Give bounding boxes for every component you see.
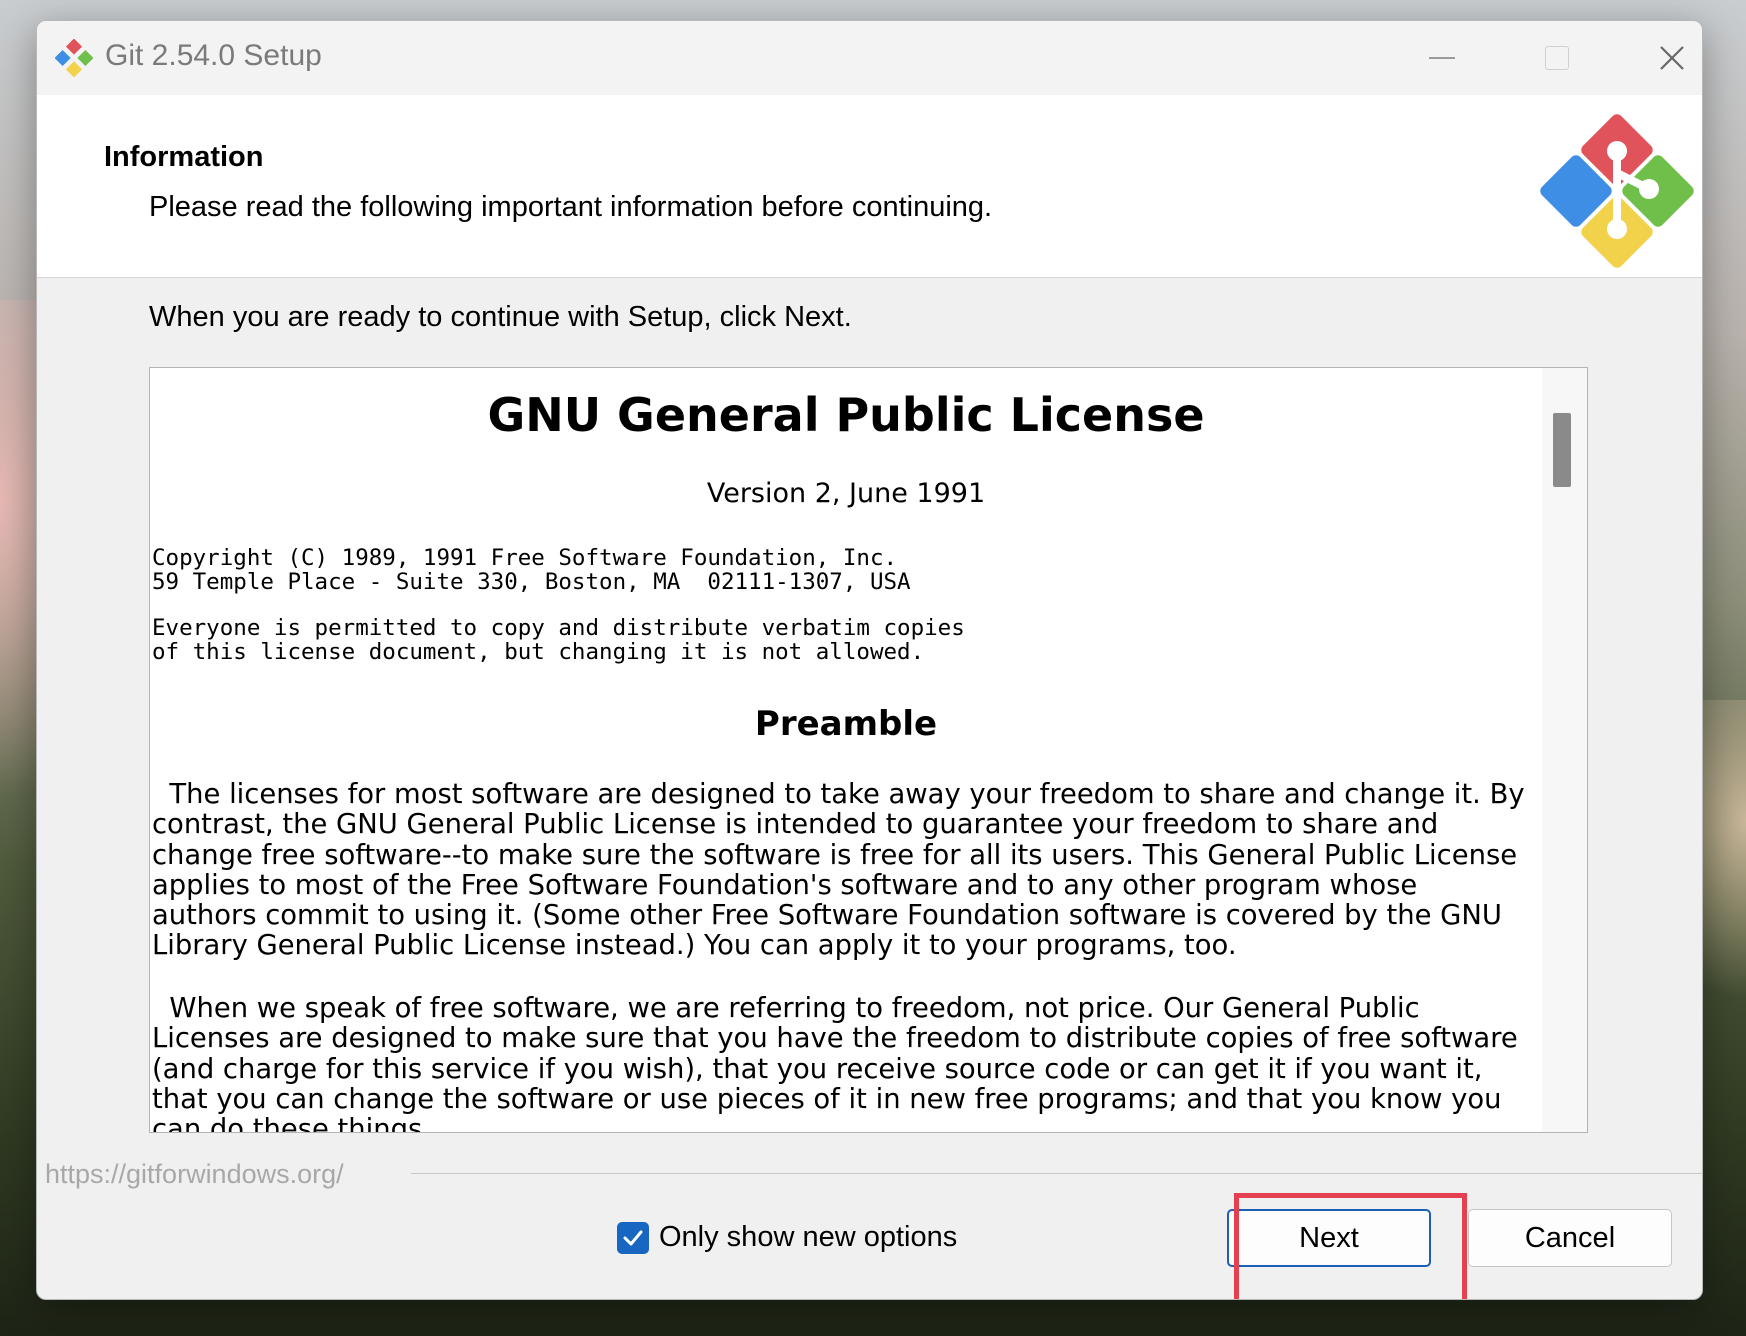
minimize-button[interactable] bbox=[1397, 31, 1487, 85]
only-show-new-options-checkbox[interactable]: Only show new options bbox=[617, 1221, 957, 1254]
preamble-paragraph: When we speak of free software, we are r… bbox=[152, 993, 1518, 1133]
git-logo-icon bbox=[1540, 114, 1694, 268]
close-button[interactable] bbox=[1627, 31, 1702, 85]
window-title: Git 2.54.0 Setup bbox=[105, 39, 322, 72]
footer-divider bbox=[411, 1173, 1702, 1174]
checkbox-label: Only show new options bbox=[659, 1221, 958, 1253]
close-icon bbox=[1660, 46, 1684, 70]
minimize-icon bbox=[1429, 57, 1455, 59]
next-button[interactable]: Next bbox=[1227, 1209, 1431, 1267]
maximize-button[interactable] bbox=[1512, 31, 1602, 85]
license-version: Version 2, June 1991 bbox=[706, 478, 986, 509]
license-permission: Everyone is permitted to copy and distri… bbox=[152, 615, 965, 665]
page-title: Information bbox=[104, 141, 264, 173]
page-header: Information Please read the following im… bbox=[37, 95, 1702, 278]
gitforwindows-link[interactable]: https://gitforwindows.org/ bbox=[45, 1159, 344, 1190]
license-title: GNU General Public License bbox=[487, 388, 1205, 442]
preamble-paragraph: The licenses for most software are desig… bbox=[152, 779, 1525, 962]
title-bar[interactable]: Git 2.54.0 Setup bbox=[37, 21, 1702, 95]
cancel-button[interactable]: Cancel bbox=[1468, 1209, 1672, 1267]
license-document-content: GNU General Public License Version 2, Ju… bbox=[150, 368, 1542, 1132]
section-heading: Preamble bbox=[754, 704, 938, 744]
checkmark-icon bbox=[623, 1230, 643, 1245]
license-document-viewer[interactable]: GNU General Public License Version 2, Ju… bbox=[149, 367, 1588, 1133]
scrollbar-thumb[interactable] bbox=[1553, 413, 1571, 487]
checkbox-checked-icon[interactable] bbox=[617, 1221, 649, 1254]
instructions-text: When you are ready to continue with Setu… bbox=[149, 301, 852, 333]
license-copyright: Copyright (C) 1989, 1991 Free Software F… bbox=[152, 545, 911, 595]
maximize-icon bbox=[1545, 46, 1569, 70]
git-app-icon bbox=[55, 39, 93, 77]
setup-window: Git 2.54.0 Setup Information Please read… bbox=[36, 20, 1703, 1300]
page-subtitle: Please read the following important info… bbox=[149, 191, 993, 223]
